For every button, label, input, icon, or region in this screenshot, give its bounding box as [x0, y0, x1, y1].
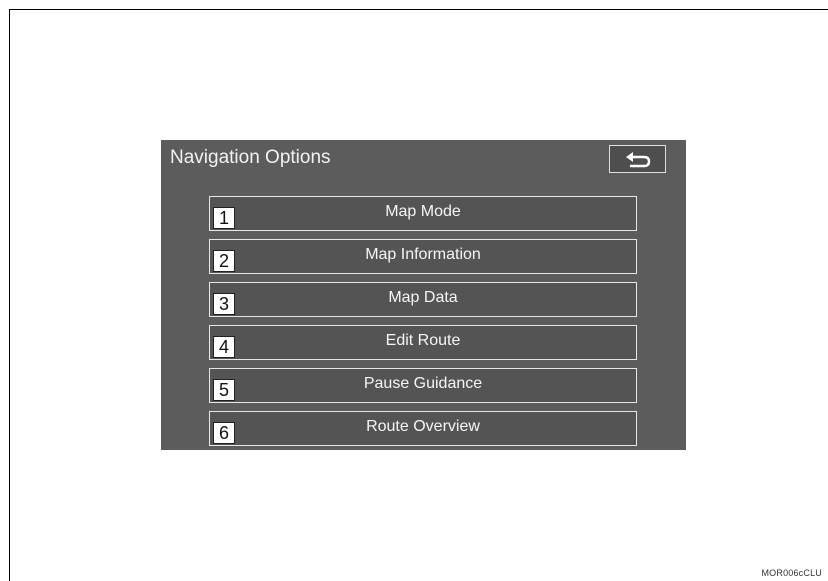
option-number-callout: 5 [213, 379, 235, 401]
option-label: Pause Guidance [363, 375, 483, 392]
navigation-options-screen: Navigation Options 1 Map Mode 2 Map Info… [161, 140, 686, 450]
back-arrow-icon [626, 152, 651, 168]
option-number-callout: 4 [213, 336, 235, 358]
option-number-callout: 2 [213, 250, 235, 272]
option-label: Map Mode [385, 203, 461, 220]
option-number-callout: 3 [213, 293, 235, 315]
option-label: Map Information [365, 246, 481, 263]
back-button[interactable] [609, 145, 666, 173]
route-overview-button[interactable]: 6 Route Overview [209, 411, 637, 446]
map-information-button[interactable]: 2 Map Information [209, 239, 637, 274]
option-number-callout: 6 [213, 422, 235, 444]
pause-guidance-button[interactable]: 5 Pause Guidance [209, 368, 637, 403]
option-label: Map Data [388, 289, 458, 306]
option-label: Edit Route [385, 332, 461, 349]
screen-title: Navigation Options [170, 147, 331, 168]
edit-route-button[interactable]: 4 Edit Route [209, 325, 637, 360]
option-label: Route Overview [366, 418, 480, 435]
image-code: MOR006cCLU [761, 568, 822, 578]
option-number-callout: 1 [213, 207, 235, 229]
map-mode-button[interactable]: 1 Map Mode [209, 196, 637, 231]
map-data-button[interactable]: 3 Map Data [209, 282, 637, 317]
